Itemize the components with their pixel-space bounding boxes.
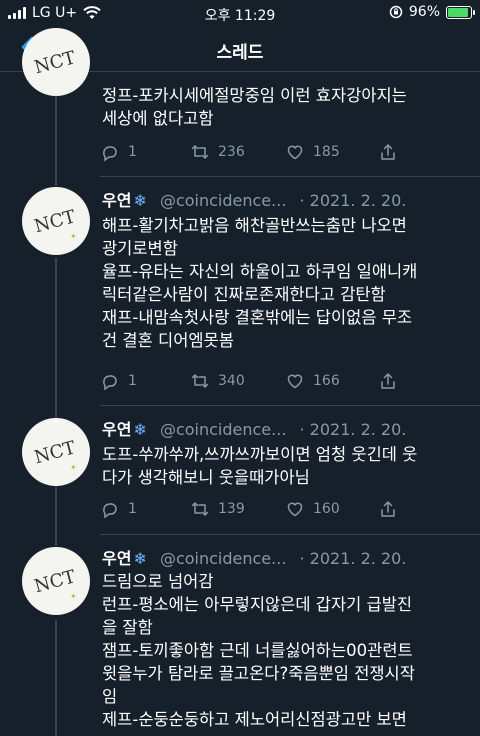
tweet-text: 도프-쑤까쑤까,쓰까쓰까보이면 엄청 웃긴데 웃 다가 생각해보니 웃을때가아님 — [102, 445, 418, 487]
avatar[interactable]: NCT ✦ — [22, 187, 90, 255]
tweet-text: 해프-활기차고밝음 해찬골반쓰는춤만 나오면 광기로변함 율프-유타는 자신의 … — [102, 216, 418, 350]
retweet-icon — [191, 145, 209, 159]
retweet-button[interactable]: 139 — [190, 499, 245, 519]
tweet-text: 드림으로 넘어감 런프-평소에는 아무렇지않은데 갑자기 급발진 을 잘함 잼프… — [102, 572, 415, 729]
share-button[interactable] — [378, 142, 398, 162]
thread-connector — [55, 258, 57, 420]
status-bar: LG U+ 오후 11:29 96% — [0, 0, 480, 26]
retweet-button[interactable]: 340 — [190, 371, 245, 391]
retweet-icon — [191, 374, 209, 388]
tweet-actions: 1 139 160 — [100, 499, 400, 523]
like-button[interactable]: 185 — [285, 142, 340, 162]
retweet-button[interactable]: 236 — [190, 142, 245, 162]
orientation-lock-icon — [389, 5, 403, 19]
svg-text:NCT: NCT — [32, 47, 78, 78]
reply-button[interactable]: 1 — [100, 499, 137, 519]
user-handle[interactable]: @coincidence... — [160, 420, 286, 439]
like-button[interactable]: 160 — [285, 499, 340, 519]
divider — [100, 405, 480, 406]
display-name[interactable]: 우연 — [102, 191, 131, 210]
battery-icon — [446, 5, 475, 19]
heart-icon — [287, 374, 303, 389]
tweet-actions: 1 340 166 — [100, 371, 400, 395]
user-handle[interactable]: @coincidence... — [160, 191, 286, 210]
tweet-header: 우연 ❄ @coincidence... · 2021. 2. 20. — [102, 416, 406, 440]
share-icon — [381, 373, 395, 389]
avatar[interactable]: NCT — [22, 28, 90, 96]
divider — [100, 176, 480, 177]
status-right: 96% — [389, 4, 475, 20]
share-button[interactable] — [378, 371, 398, 391]
reply-icon — [103, 146, 117, 162]
divider — [100, 534, 480, 535]
tweet-date: · 2021. 2. 20. — [299, 191, 407, 210]
retweet-icon — [191, 502, 209, 516]
snowflake-icon: ❄ — [133, 549, 147, 568]
tweet-header: 우연 ❄ @coincidence... · 2021. 2. 20. — [102, 545, 406, 569]
thread-connector — [55, 486, 57, 546]
heart-icon — [287, 502, 303, 517]
display-name[interactable]: 우연 — [102, 420, 131, 439]
avatar[interactable]: NCT ✦ — [22, 547, 90, 615]
tweet-text: 정프-포카시세에절망중임 이런 효자강아지는 세상에 없다고함 — [102, 86, 407, 128]
svg-text:✦: ✦ — [70, 463, 77, 472]
svg-text:✦: ✦ — [70, 232, 77, 241]
user-handle[interactable]: @coincidence... — [160, 549, 286, 568]
svg-text:✦: ✦ — [70, 592, 77, 601]
tweet-date: · 2021. 2. 20. — [299, 549, 407, 568]
share-button[interactable] — [378, 499, 398, 519]
share-icon — [381, 144, 395, 160]
avatar[interactable]: NCT ✦ — [22, 418, 90, 486]
tweet-header: 우연 ❄ @coincidence... · 2021. 2. 20. — [102, 187, 406, 211]
thread-connector — [55, 620, 57, 736]
share-icon — [381, 501, 395, 517]
tweet-actions: 1 236 185 — [100, 142, 400, 166]
tweet-date: · 2021. 2. 20. — [299, 420, 407, 439]
reply-button[interactable]: 1 — [100, 371, 137, 391]
reply-icon — [103, 503, 117, 519]
reply-button[interactable]: 1 — [100, 142, 137, 162]
reply-icon — [103, 375, 117, 391]
battery-percent: 96% — [408, 4, 440, 20]
snowflake-icon: ❄ — [133, 191, 147, 210]
display-name[interactable]: 우연 — [102, 549, 131, 568]
snowflake-icon: ❄ — [133, 420, 147, 439]
like-button[interactable]: 166 — [285, 371, 340, 391]
heart-icon — [287, 145, 303, 160]
